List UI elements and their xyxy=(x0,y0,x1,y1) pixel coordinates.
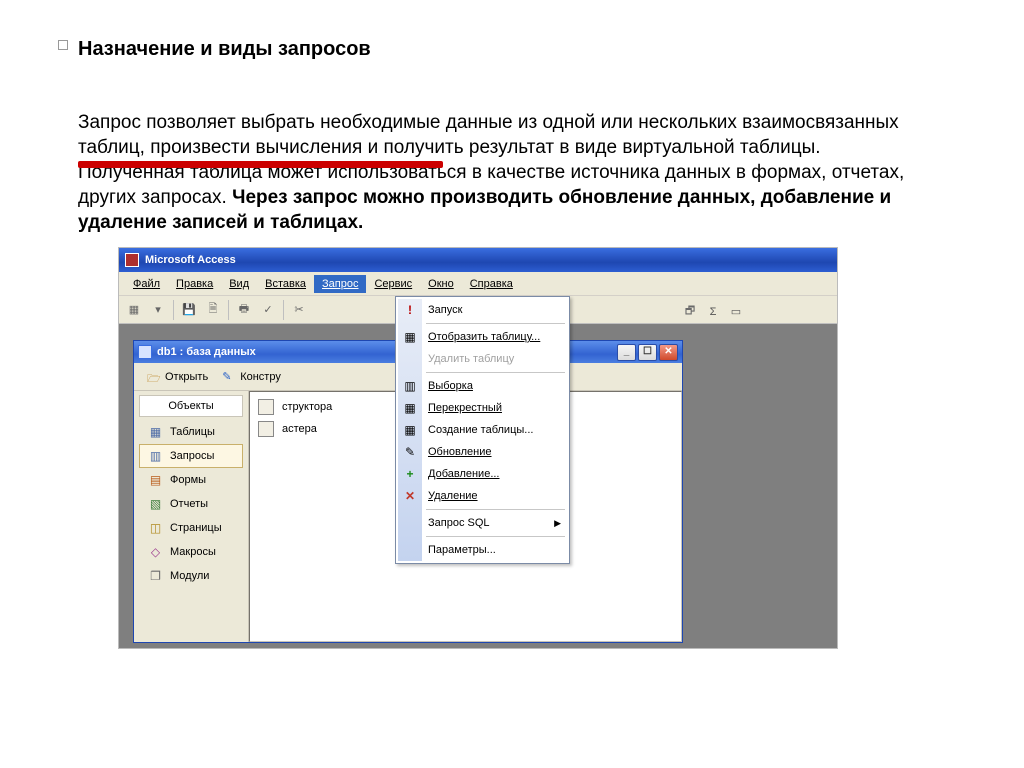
menu-remove-table: Удалить таблицу xyxy=(398,348,567,370)
macros-icon: ◇ xyxy=(148,545,163,559)
minimize-button[interactable]: _ xyxy=(617,344,636,361)
separator-icon xyxy=(228,300,229,320)
separator-icon xyxy=(426,372,565,373)
access-window: Microsoft Access Файл Правка Вид Вставка… xyxy=(118,247,838,649)
modules-icon: ❐ xyxy=(148,569,163,583)
heading-marker-icon xyxy=(58,40,68,50)
menu-sql-query[interactable]: Запрос SQL ▶ xyxy=(398,512,567,534)
menu-help[interactable]: Справка xyxy=(462,275,521,293)
heading-text: Назначение и виды запросов xyxy=(78,38,371,60)
tool-dropdown-icon[interactable]: ▾ xyxy=(147,299,169,321)
separator-icon xyxy=(426,509,565,510)
menu-bar: Файл Правка Вид Вставка Запрос Сервис Ок… xyxy=(119,272,837,296)
menu-file[interactable]: Файл xyxy=(125,275,168,293)
tool-save-icon[interactable]: 💾 xyxy=(178,299,200,321)
menu-query[interactable]: Запрос xyxy=(314,275,366,293)
tool-cut-icon[interactable]: ✂ xyxy=(288,299,310,321)
title-bar: Microsoft Access xyxy=(119,248,837,272)
pages-icon: ◫ xyxy=(148,521,163,535)
separator-icon xyxy=(426,536,565,537)
reports-icon: ▧ xyxy=(148,497,163,511)
design-icon: ✎ xyxy=(222,370,236,384)
separator-icon xyxy=(173,300,174,320)
separator-icon xyxy=(283,300,284,320)
wizard-icon xyxy=(258,399,274,415)
query-dropdown-menu: ! Запуск ▦ Отобразить таблицу... Удалить… xyxy=(395,296,570,564)
menu-crosstab-query[interactable]: ▦ Перекрестный xyxy=(398,397,567,419)
menu-insert[interactable]: Вставка xyxy=(257,275,314,293)
tool-sum-icon[interactable]: Σ xyxy=(702,301,724,323)
sidebar-item-queries[interactable]: ▥ Запросы xyxy=(139,444,243,468)
open-button[interactable]: 🗁 Открыть xyxy=(140,366,215,388)
sidebar-item-label: Макросы xyxy=(170,546,216,558)
slide-body: Запрос позволяет выбрать необходимые дан… xyxy=(78,110,946,235)
body-p1b: , произвести вычисления и получить резул… xyxy=(140,137,821,158)
menu-show-table[interactable]: ▦ Отобразить таблицу... xyxy=(398,326,567,348)
tool-spell-icon[interactable]: ✓ xyxy=(257,299,279,321)
menu-window[interactable]: Окно xyxy=(420,275,462,293)
app-title: Microsoft Access xyxy=(145,254,236,266)
update-icon: ✎ xyxy=(402,444,418,460)
sidebar-item-label: Запросы xyxy=(170,450,214,462)
db-icon xyxy=(138,345,152,359)
tool-datasheet-icon[interactable]: ▦ xyxy=(123,299,145,321)
tool-prop-icon[interactable]: ▭ xyxy=(725,301,747,323)
sidebar-item-modules[interactable]: ❐ Модули xyxy=(139,564,243,588)
delete-icon: ✕ xyxy=(402,488,418,504)
db-title: db1 : база данных xyxy=(157,346,256,358)
open-icon: 🗁 xyxy=(147,370,161,384)
select-icon: ▥ xyxy=(402,378,418,394)
menu-view[interactable]: Вид xyxy=(221,275,257,293)
highlight-bar-icon xyxy=(78,161,443,168)
objects-sidebar-header: Объекты xyxy=(139,395,243,417)
sidebar-item-label: Модули xyxy=(170,570,209,582)
sidebar-item-macros[interactable]: ◇ Макросы xyxy=(139,540,243,564)
maketable-icon: ▦ xyxy=(402,422,418,438)
menu-maketable-query[interactable]: ▦ Создание таблицы... xyxy=(398,419,567,441)
run-icon: ! xyxy=(402,302,418,318)
menu-append-query[interactable]: + Добавление... xyxy=(398,463,567,485)
tool-sigma-icon[interactable]: 🗗 xyxy=(679,301,701,323)
append-icon: + xyxy=(402,466,418,482)
menu-edit[interactable]: Правка xyxy=(168,275,221,293)
submenu-arrow-icon: ▶ xyxy=(554,518,561,529)
menu-update-query[interactable]: ✎ Обновление xyxy=(398,441,567,463)
design-button[interactable]: ✎ Констру xyxy=(215,366,288,388)
sidebar-item-reports[interactable]: ▧ Отчеты xyxy=(139,492,243,516)
wizard-icon xyxy=(258,421,274,437)
crosstab-icon: ▦ xyxy=(402,400,418,416)
list-item-label: структора xyxy=(282,401,332,413)
sidebar-item-tables[interactable]: ▦ Таблицы xyxy=(139,420,243,444)
close-button[interactable]: ✕ xyxy=(659,344,678,361)
menu-parameters[interactable]: Параметры... xyxy=(398,539,567,561)
tables-icon: ▦ xyxy=(148,425,163,439)
menu-tools[interactable]: Сервис xyxy=(366,275,420,293)
sidebar-item-forms[interactable]: ▤ Формы xyxy=(139,468,243,492)
sidebar-item-label: Страницы xyxy=(170,522,222,534)
menu-run[interactable]: ! Запуск xyxy=(398,299,567,321)
sidebar-item-label: Формы xyxy=(170,474,206,486)
sidebar-item-label: Таблицы xyxy=(170,426,215,438)
forms-icon: ▤ xyxy=(148,473,163,487)
app-icon xyxy=(125,253,139,267)
queries-icon: ▥ xyxy=(148,449,163,463)
tool-print-icon[interactable]: 🖶 xyxy=(233,299,255,321)
table-icon: ▦ xyxy=(402,329,418,345)
separator-icon xyxy=(426,323,565,324)
slide-heading: Назначение и виды запросов xyxy=(78,36,946,62)
maximize-button[interactable]: ☐ xyxy=(638,344,657,361)
sidebar-item-label: Отчеты xyxy=(170,498,208,510)
objects-sidebar: Объекты ▦ Таблицы ▥ Запросы ▤ xyxy=(134,391,249,642)
menu-select-query[interactable]: ▥ Выборка xyxy=(398,375,567,397)
tool-print-preview-icon[interactable]: 🗎 xyxy=(202,299,224,321)
list-item-label: астера xyxy=(282,423,317,435)
sidebar-item-pages[interactable]: ◫ Страницы xyxy=(139,516,243,540)
menu-delete-query[interactable]: ✕ Удаление xyxy=(398,485,567,507)
toolbar-right-group: 🗗 Σ ▭ xyxy=(679,300,829,323)
